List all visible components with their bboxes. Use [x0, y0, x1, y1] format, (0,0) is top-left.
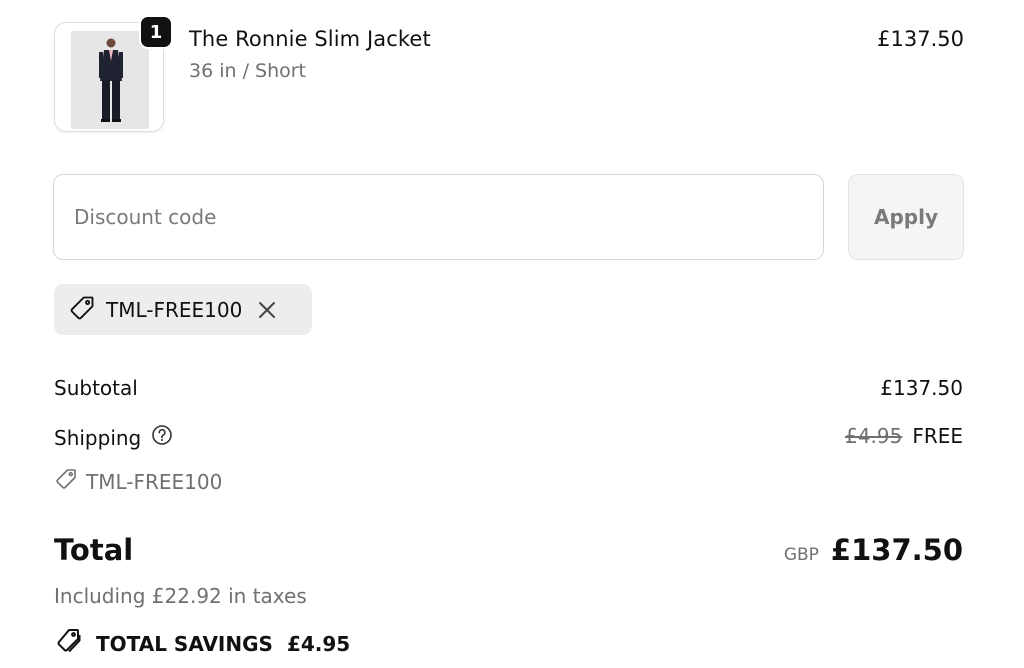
- savings-label: TOTAL SAVINGS: [96, 631, 273, 656]
- savings-value: £4.95: [286, 631, 351, 656]
- subtotal-value: £137.50: [880, 376, 963, 400]
- product-image: [71, 31, 149, 129]
- quantity-badge: 1: [139, 15, 173, 49]
- tag-icon: [54, 467, 78, 496]
- total-label: Total: [54, 533, 134, 567]
- applied-discount-code: TML-FREE100: [106, 297, 243, 322]
- remove-discount-button[interactable]: [254, 297, 280, 323]
- suit-model-icon: [71, 31, 149, 129]
- product-variant: 36 in / Short: [189, 60, 307, 82]
- apply-discount-button[interactable]: Apply: [848, 174, 964, 260]
- tag-icon: [68, 294, 96, 326]
- shipping-discount-code: TML-FREE100: [86, 469, 223, 494]
- shipping-value: FREE: [912, 424, 963, 448]
- currency-code: GBP: [783, 545, 819, 565]
- product-name: The Ronnie Slim Jacket: [189, 27, 431, 51]
- applied-discount-chip: TML-FREE100: [54, 284, 312, 335]
- total-group: GBP £137.50: [784, 533, 963, 567]
- line-item: 1 The Ronnie Slim Jacket 36 in / Short £…: [54, 15, 964, 134]
- total-value: £137.50: [830, 533, 963, 567]
- shipping-discount-row: TML-FREE100: [54, 467, 222, 496]
- shipping-label: Shipping: [54, 425, 142, 450]
- shipping-value-group: £4.95 FREE: [845, 424, 963, 448]
- savings-tag-icon: [54, 627, 84, 660]
- total-savings: TOTAL SAVINGS £4.95: [54, 627, 350, 660]
- product-thumbnail: 1: [54, 15, 173, 132]
- tax-note: Including £22.92 in taxes: [54, 584, 307, 608]
- help-icon[interactable]: [151, 424, 173, 451]
- shipping-row-label: Shipping: [54, 424, 173, 451]
- product-price: £137.50: [877, 27, 964, 51]
- close-icon: [259, 301, 276, 318]
- subtotal-label: Subtotal: [54, 376, 138, 400]
- shipping-original-price: £4.95: [845, 424, 903, 448]
- discount-code-input[interactable]: [53, 174, 824, 260]
